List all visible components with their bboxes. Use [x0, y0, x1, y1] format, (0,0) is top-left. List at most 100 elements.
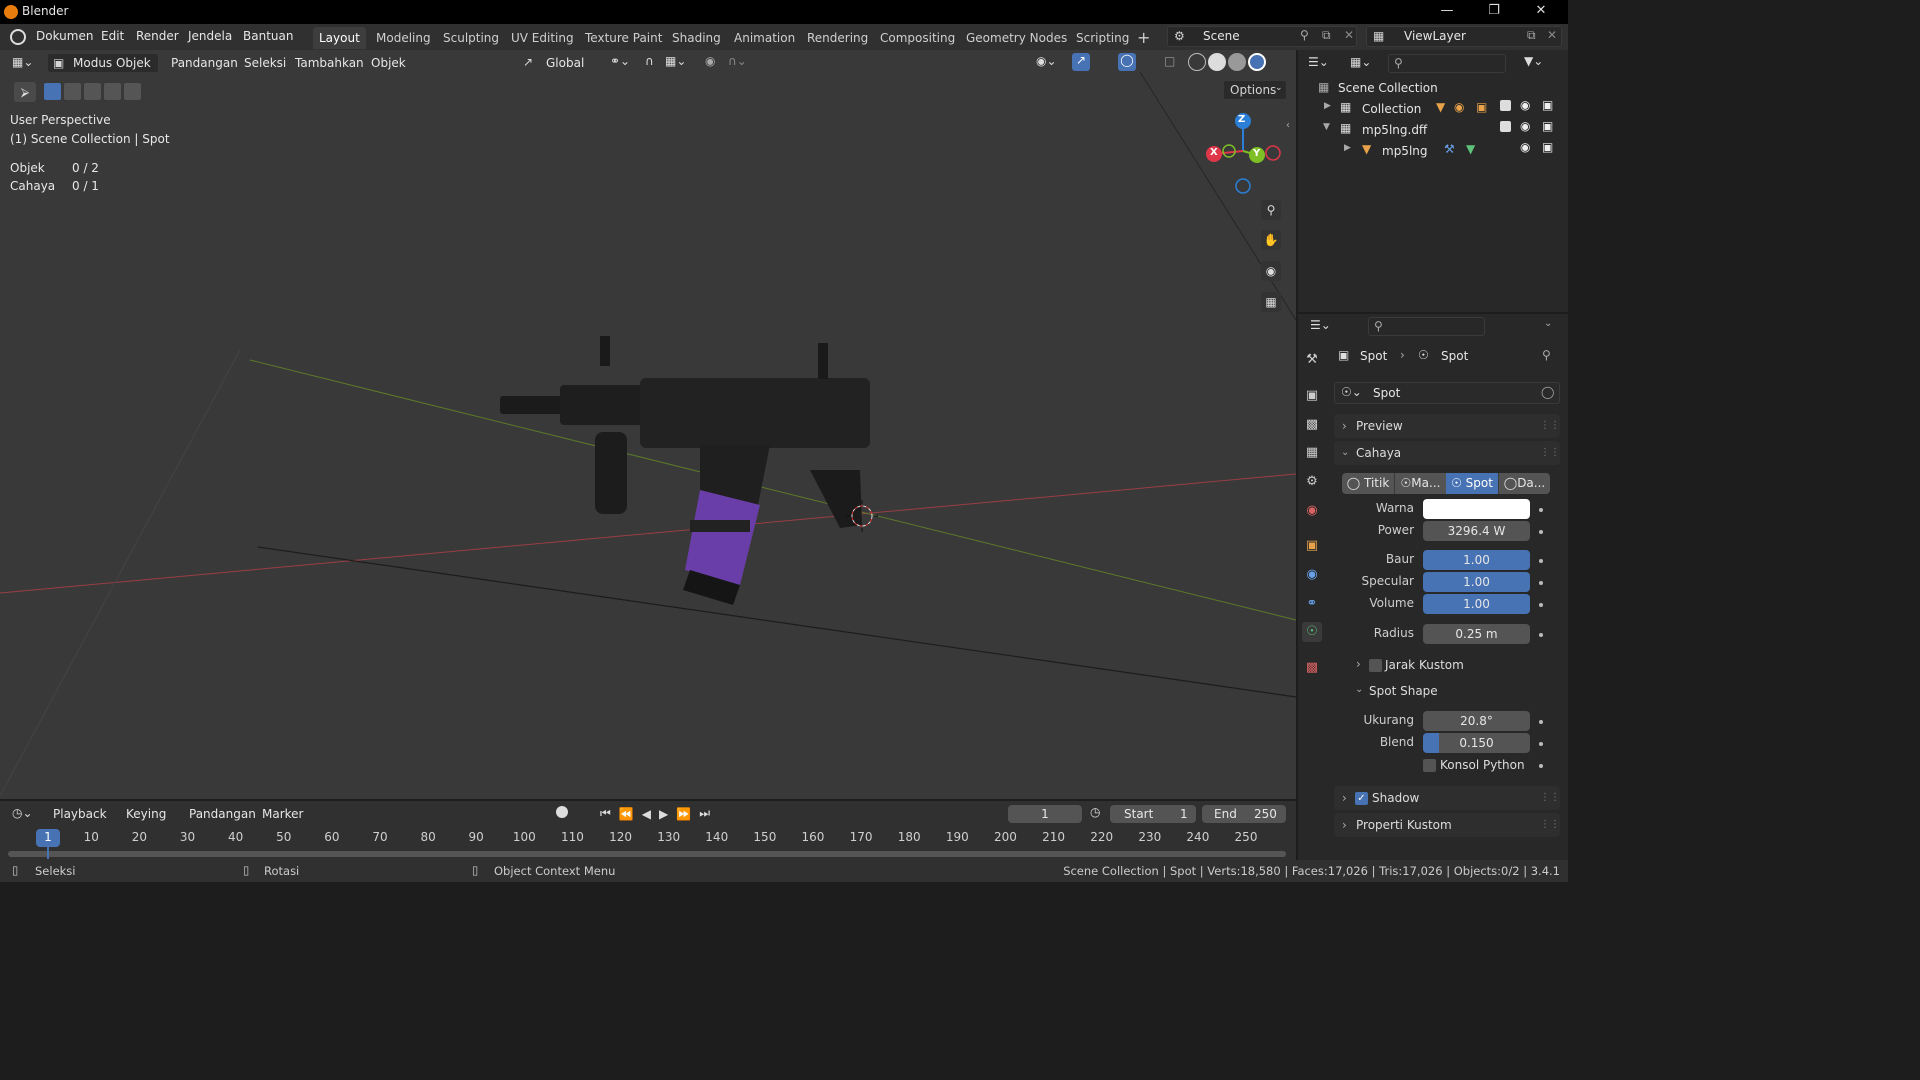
pivot-point-icon[interactable]: ⚭⌄: [610, 54, 630, 68]
outliner-editor-type-icon[interactable]: ☰⌄: [1308, 55, 1329, 69]
output-tab-icon[interactable]: ▩: [1302, 415, 1322, 435]
falloff-icon[interactable]: ∩⌄: [728, 54, 747, 68]
properties-search-input[interactable]: ⚲: [1368, 317, 1485, 336]
datablock-selector[interactable]: ☉⌄ Spot ◯: [1334, 382, 1560, 404]
outliner-root[interactable]: Scene Collection: [1338, 81, 1438, 95]
tab-layout[interactable]: Layout: [313, 27, 366, 49]
material-shading-icon[interactable]: [1228, 53, 1246, 71]
grid-view-icon[interactable]: ▦: [1261, 292, 1281, 312]
radius-field[interactable]: 0.25 m: [1423, 624, 1530, 644]
outliner-item-collection[interactable]: Collection: [1362, 102, 1421, 116]
fake-user-shield-icon[interactable]: ◯: [1541, 385, 1554, 399]
chevron-down-icon[interactable]: ⌄: [1355, 684, 1363, 695]
next-keyframe-icon[interactable]: ⏩: [676, 807, 691, 821]
gizmo-y-label[interactable]: Y: [1253, 148, 1260, 159]
minimize-icon[interactable]: —: [1437, 3, 1457, 21]
maximize-icon[interactable]: ❐: [1484, 3, 1504, 21]
view-layer-tab-icon[interactable]: ▦: [1302, 443, 1322, 463]
select-new-icon[interactable]: [44, 83, 61, 100]
add-workspace-icon[interactable]: +: [1137, 28, 1150, 47]
gizmo-x-label[interactable]: X: [1210, 147, 1218, 158]
menu-add[interactable]: Tambahkan: [295, 56, 364, 70]
tab-rendering[interactable]: Rendering: [801, 27, 874, 49]
prev-keyframe-icon[interactable]: ⏪: [619, 807, 634, 821]
gizmo-toggle-icon[interactable]: ↗: [1072, 53, 1090, 71]
wireframe-shading-icon[interactable]: [1188, 53, 1206, 71]
menu-playback[interactable]: Playback: [53, 807, 107, 821]
play-reverse-icon[interactable]: ◀: [642, 807, 651, 821]
keyframe-dot[interactable]: [1539, 559, 1543, 563]
tab-modeling[interactable]: Modeling: [370, 27, 437, 49]
light-type-point[interactable]: ◯ Titik: [1342, 473, 1394, 494]
exclude-checkbox[interactable]: [1500, 100, 1511, 111]
pan-hand-icon[interactable]: ✋: [1261, 230, 1281, 250]
display-mode-icon[interactable]: ▦⌄: [1350, 55, 1371, 69]
preview-panel-header[interactable]: › Preview ⋮⋮: [1334, 414, 1560, 438]
chevron-down-icon[interactable]: ⌄: [1544, 318, 1552, 329]
camera-render-icon[interactable]: ▣: [1542, 140, 1553, 154]
outliner-item-mesh[interactable]: mp5lng: [1382, 144, 1428, 158]
camera-render-icon[interactable]: ▣: [1542, 98, 1553, 112]
select-subtract-icon[interactable]: [84, 83, 101, 100]
menu-help[interactable]: Bantuan: [243, 29, 293, 43]
light-panel-header[interactable]: ⌄ Cahaya ⋮⋮: [1334, 441, 1560, 465]
drag-handle-icon[interactable]: ⋮⋮: [1540, 813, 1560, 837]
show-cone-checkbox[interactable]: [1423, 759, 1436, 772]
keyframe-dot[interactable]: [1539, 530, 1543, 534]
tab-compositing[interactable]: Compositing: [874, 27, 961, 49]
render-tab-icon[interactable]: ▣: [1302, 386, 1322, 406]
options-button[interactable]: Options ⌄: [1223, 80, 1287, 100]
keyframe-dot[interactable]: [1539, 764, 1543, 768]
specular-field[interactable]: 1.00: [1423, 572, 1530, 592]
scene-tab-icon[interactable]: ⚙: [1302, 472, 1322, 492]
start-frame-field[interactable]: Start 1: [1110, 805, 1196, 823]
timeline-editor-type-icon[interactable]: ◷⌄: [12, 806, 33, 820]
visibility-icon[interactable]: ◉⌄: [1036, 54, 1057, 68]
camera-render-icon[interactable]: ▣: [1542, 119, 1553, 133]
editor-type-icon[interactable]: ▦⌄: [12, 55, 33, 69]
shadow-panel-header[interactable]: › ✓ Shadow ⋮⋮: [1334, 786, 1560, 810]
drag-handle-icon[interactable]: ⋮⋮: [1540, 441, 1560, 465]
tab-shading[interactable]: Shading: [666, 27, 727, 49]
custom-distance-checkbox[interactable]: [1369, 659, 1382, 672]
light-type-area[interactable]: ◯Da...: [1498, 473, 1550, 494]
proportional-edit-icon[interactable]: ◉: [705, 54, 715, 68]
close-icon[interactable]: ✕: [1531, 3, 1551, 21]
menu-keying[interactable]: Keying: [126, 807, 166, 821]
tab-texture-paint[interactable]: Texture Paint: [579, 27, 668, 49]
new-scene-icon[interactable]: ⧉: [1322, 28, 1331, 43]
tab-sculpting[interactable]: Sculpting: [437, 27, 505, 49]
3d-viewport[interactable]: Z X Y ⚲ ✋ ◉ ▦ ‹ User Perspective (1) Sce…: [0, 50, 1296, 799]
keyframe-dot[interactable]: [1539, 742, 1543, 746]
diffuse-field[interactable]: 1.00: [1423, 550, 1530, 570]
drag-handle-icon[interactable]: ⋮⋮: [1540, 414, 1560, 438]
tab-scripting[interactable]: Scripting: [1070, 27, 1135, 49]
blend-slider[interactable]: 0.150: [1423, 733, 1530, 753]
menu-select[interactable]: Seleksi: [244, 56, 286, 70]
sidebar-toggle-icon[interactable]: ‹: [1286, 120, 1290, 131]
custom-props-panel-header[interactable]: › Properti Kustom ⋮⋮: [1334, 813, 1560, 837]
stopwatch-icon[interactable]: ◷: [1090, 805, 1100, 819]
menu-edit[interactable]: Edit: [101, 29, 124, 43]
light-type-sun[interactable]: ☉Ma...: [1394, 473, 1446, 494]
constraints-tab-icon[interactable]: ⚭: [1302, 594, 1322, 614]
solid-shading-icon[interactable]: [1208, 53, 1226, 71]
show-cone-label[interactable]: Konsol Python: [1440, 758, 1525, 772]
gizmo-z-label[interactable]: Z: [1238, 114, 1245, 125]
tab-geometry-nodes[interactable]: Geometry Nodes: [960, 27, 1073, 49]
current-frame-field[interactable]: 1: [1008, 805, 1082, 823]
outliner-item-dff[interactable]: mp5lng.dff: [1362, 123, 1427, 137]
transform-orientation-label[interactable]: Global: [546, 56, 584, 70]
keyframe-dot[interactable]: [1539, 603, 1543, 607]
overlay-toggle-icon[interactable]: ◯: [1118, 53, 1136, 71]
filter-icon[interactable]: ▼⌄: [1524, 54, 1543, 68]
eye-icon[interactable]: ◉: [1520, 119, 1530, 133]
select-extend-icon[interactable]: [64, 83, 81, 100]
spot-size-field[interactable]: 20.8°: [1423, 711, 1530, 731]
drag-handle-icon[interactable]: ⋮⋮: [1540, 786, 1560, 810]
spot-shape-title[interactable]: Spot Shape: [1369, 684, 1438, 698]
eye-icon[interactable]: ◉: [1520, 98, 1530, 112]
new-view-layer-icon[interactable]: ⧉: [1527, 28, 1536, 43]
shadow-checkbox[interactable]: ✓: [1355, 792, 1368, 805]
blender-menu-icon[interactable]: [10, 29, 26, 45]
